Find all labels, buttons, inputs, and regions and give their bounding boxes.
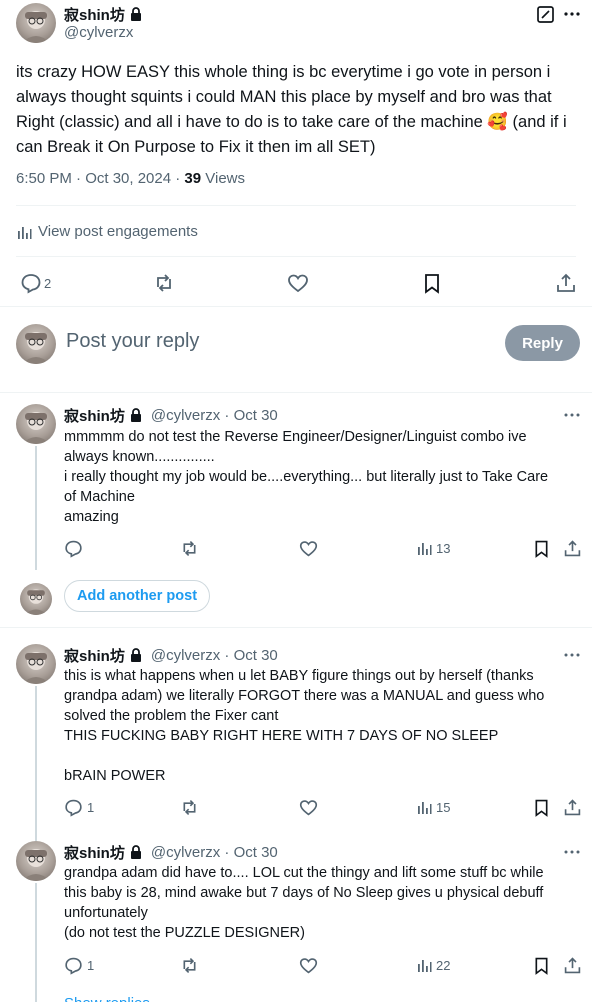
author-handle[interactable]: @cylverzx <box>64 24 133 41</box>
repost-icon[interactable] <box>153 272 175 294</box>
views-count: 13 <box>436 540 451 556</box>
add-post-avatar <box>20 583 52 615</box>
like-icon[interactable] <box>299 798 318 817</box>
repost-icon[interactable] <box>180 539 199 558</box>
like-icon[interactable] <box>287 272 309 294</box>
engagements-label: View post engagements <box>38 223 198 240</box>
lock-icon <box>129 408 143 423</box>
reply-icon <box>64 798 83 817</box>
repost-icon[interactable] <box>180 798 199 817</box>
views-label: Views <box>201 170 246 187</box>
views-count: 22 <box>436 957 451 973</box>
view-engagements-link[interactable]: View post engagements <box>16 223 198 240</box>
reply-meta[interactable]: @cylverzx · Oct 30 <box>151 647 278 664</box>
share-icon[interactable] <box>563 539 582 558</box>
bookmark-icon[interactable] <box>421 272 443 294</box>
grok-icon[interactable] <box>536 5 554 23</box>
reply-text: mmmmm do not test the Reverse Engineer/D… <box>64 429 549 525</box>
more-options-icon[interactable] <box>563 843 581 861</box>
lock-icon <box>129 7 143 22</box>
reply-text: this is what happens when u let BABY fig… <box>64 668 545 784</box>
reply-author-name[interactable]: 寂shin坊 <box>64 842 125 863</box>
reply-author-name[interactable]: 寂shin坊 <box>64 645 125 666</box>
composer-avatar <box>16 324 56 364</box>
reply-count: 1 <box>87 800 95 815</box>
analytics-icon <box>16 224 32 240</box>
author-name[interactable]: 寂shin坊 <box>64 4 125 25</box>
bookmark-icon[interactable] <box>532 956 551 975</box>
reply-text: grandpa adam did have to.... LOL cut the… <box>64 865 544 941</box>
views-button[interactable]: 15 <box>416 799 450 815</box>
reply-count: 1 <box>87 958 95 973</box>
bookmark-icon[interactable] <box>532 539 551 558</box>
like-icon[interactable] <box>299 956 318 975</box>
reply-meta[interactable]: @cylverzx · Oct 30 <box>151 844 278 861</box>
timestamp-text: 6:50 PM · Oct 30, 2024 · <box>16 170 185 187</box>
reply-icon <box>20 272 42 294</box>
reply-meta[interactable]: @cylverzx · Oct 30 <box>151 407 278 424</box>
reply-submit-button[interactable]: Reply <box>505 325 580 361</box>
reply-icon <box>64 956 83 975</box>
views-count: 15 <box>436 799 451 815</box>
analytics-icon <box>416 799 432 815</box>
more-options-icon[interactable] <box>563 646 581 664</box>
reply-avatar[interactable] <box>16 644 56 684</box>
views-button[interactable]: 22 <box>416 957 450 973</box>
repost-icon[interactable] <box>180 956 199 975</box>
like-icon[interactable] <box>299 539 318 558</box>
post-text: its crazy HOW EASY this whole thing is b… <box>16 63 572 156</box>
reply-button[interactable]: 1 <box>64 798 94 817</box>
add-another-post-label: Add another post <box>77 588 198 604</box>
views-count: 39 <box>184 170 202 187</box>
reply-icon[interactable] <box>64 539 83 558</box>
thread-line <box>35 883 37 1002</box>
bookmark-icon[interactable] <box>532 798 551 817</box>
reply-submit-label: Reply <box>522 334 563 352</box>
reply-button[interactable]: 1 <box>64 956 94 975</box>
post-timestamp[interactable]: 6:50 PM · Oct 30, 2024 · 39 Views <box>16 170 245 187</box>
thread-line <box>35 686 37 841</box>
thread-line <box>35 446 37 570</box>
share-icon[interactable] <box>563 956 582 975</box>
reply-avatar[interactable] <box>16 841 56 881</box>
add-another-post-button[interactable]: Add another post <box>64 580 211 612</box>
share-icon[interactable] <box>563 798 582 817</box>
share-icon[interactable] <box>555 272 577 294</box>
lock-icon <box>129 648 143 663</box>
reply-input[interactable]: Post your reply <box>66 330 199 353</box>
reply-avatar[interactable] <box>16 404 56 444</box>
reply-count: 2 <box>44 275 52 291</box>
more-options-icon[interactable] <box>563 5 581 23</box>
reply-author-name[interactable]: 寂shin坊 <box>64 405 125 426</box>
views-button[interactable]: 13 <box>416 540 450 556</box>
author-avatar[interactable] <box>16 3 56 43</box>
more-options-icon[interactable] <box>563 406 581 424</box>
show-replies-link[interactable]: Show replies <box>64 994 150 1002</box>
analytics-icon <box>416 540 432 556</box>
analytics-icon <box>416 957 432 973</box>
lock-icon <box>129 845 143 860</box>
reply-button[interactable]: 2 <box>20 272 51 294</box>
